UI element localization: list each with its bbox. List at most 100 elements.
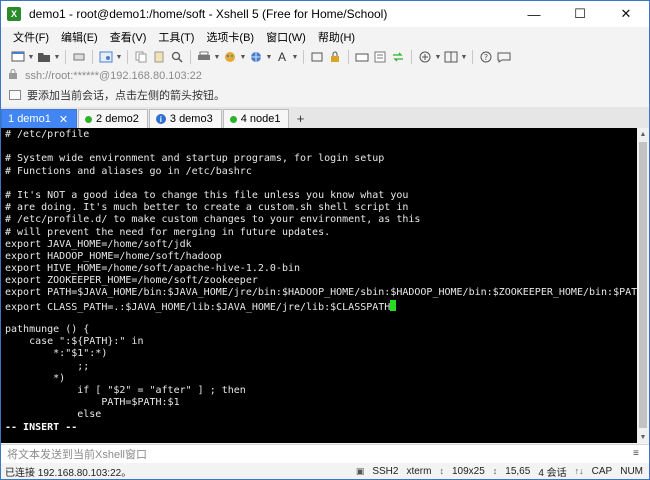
connection-status: 已连接 192.168.80.103:22。: [5, 467, 132, 479]
scroll-arrows-icon: ↑↓: [574, 466, 584, 476]
toolbar: ▼ ▼ ▼ ▼ ▼ ▼ A ▼ ▼ ▼ ?: [1, 47, 649, 67]
toolbar-separator: [127, 50, 128, 64]
text-cursor: [390, 299, 397, 311]
find-icon[interactable]: [168, 49, 186, 65]
lock-icon[interactable]: [326, 49, 344, 65]
print-icon[interactable]: [195, 49, 213, 65]
connected-dot-icon: [229, 115, 237, 123]
tab-label: demo3: [179, 113, 213, 125]
tab-demo2[interactable]: 2 demo2: [78, 109, 148, 128]
layout-icon[interactable]: [442, 49, 460, 65]
globe-dropdown-icon[interactable]: ▼: [265, 49, 273, 65]
script-icon[interactable]: [371, 49, 389, 65]
ssh-lock-icon: ▣: [355, 465, 365, 476]
color-scheme-icon[interactable]: [221, 49, 239, 65]
compose-menu-icon[interactable]: ≡: [633, 448, 645, 460]
new-session-dropdown-icon[interactable]: ▼: [27, 49, 35, 65]
scroll-down-icon[interactable]: ▼: [637, 431, 649, 443]
vim-mode-indicator: -- INSERT --: [5, 421, 78, 433]
disconnect-icon[interactable]: [70, 49, 88, 65]
tab-node1[interactable]: 4 node1: [222, 109, 290, 128]
address-text[interactable]: ssh://root:******@192.168.80.103:22: [25, 70, 202, 82]
font-icon[interactable]: A: [273, 49, 291, 65]
menu-tabs[interactable]: 选项卡(B): [200, 29, 260, 45]
tab-number: 1: [8, 113, 15, 125]
tab-demo1[interactable]: 1 demo1 ✕: [1, 109, 78, 128]
close-button[interactable]: ✕: [603, 1, 649, 27]
menu-tools[interactable]: 工具(T): [152, 29, 200, 45]
properties-icon[interactable]: [97, 49, 115, 65]
address-bar[interactable]: ssh://root:******@192.168.80.103:22: [5, 67, 645, 85]
globe-icon[interactable]: [247, 49, 265, 65]
layout-dropdown-icon[interactable]: ▼: [460, 49, 468, 65]
terminal-line: ;;: [5, 360, 90, 372]
terminal-line: pathmunge () {: [5, 324, 90, 335]
terminal-line: export JAVA_HOME=/home/soft/jdk: [5, 238, 192, 250]
terminal-line: export HADOOP_HOME=/home/soft/hadoop: [5, 250, 222, 262]
terminal-line: PATH=$PATH:$1: [5, 397, 180, 409]
protocol-status: SSH2: [372, 465, 399, 477]
compose-input[interactable]: 将文本发送到当前Xshell窗口: [7, 446, 147, 462]
color-scheme-dropdown-icon[interactable]: ▼: [239, 49, 247, 65]
toolbar-separator: [190, 50, 191, 64]
open-dropdown-icon[interactable]: ▼: [53, 49, 61, 65]
size-icon: ↕: [439, 466, 444, 476]
lock-address-icon: [5, 69, 21, 83]
terminal-output[interactable]: # /etc/profile # System wide environment …: [1, 128, 637, 443]
terminal-line: # will prevent the need for merging in f…: [5, 226, 331, 238]
terminal-line: *:"$1":*): [5, 348, 108, 360]
caps-lock-status: CAP: [591, 465, 613, 477]
session-hint-bar: 要添加当前会话，点击左侧的箭头按钮。: [5, 86, 645, 104]
terminal-line: export HIVE_HOME=/home/soft/apache-hive-…: [5, 263, 301, 275]
add-tab-button[interactable]: +: [292, 110, 308, 126]
add-dropdown-icon[interactable]: ▼: [434, 49, 442, 65]
terminal-line: # /etc/profile.d/ to make custom changes…: [5, 214, 421, 226]
hint-text: 要添加当前会话，点击左侧的箭头按钮。: [27, 90, 225, 102]
compose-bar[interactable]: 将文本发送到当前Xshell窗口 ≡: [1, 444, 649, 463]
menu-view[interactable]: 查看(V): [104, 29, 153, 45]
print-dropdown-icon[interactable]: ▼: [213, 49, 221, 65]
chat-icon[interactable]: [495, 49, 513, 65]
xshell-window: X demo1 - root@demo1:/home/soft - Xshell…: [0, 0, 650, 480]
tab-label: node1: [249, 113, 281, 125]
fullscreen-icon[interactable]: [308, 49, 326, 65]
terminal-line: case ":${PATH}:" in: [5, 336, 144, 348]
add-icon[interactable]: [416, 49, 434, 65]
menu-file[interactable]: 文件(F): [7, 29, 55, 45]
status-bar: 已连接 192.168.80.103:22。 ▣ SSH2 xterm ↕ 10…: [1, 463, 649, 479]
connected-dot-icon: [85, 115, 93, 123]
paste-icon[interactable]: [150, 49, 168, 65]
scroll-up-icon[interactable]: ▲: [637, 128, 649, 140]
status-right: ▣ SSH2 xterm ↕ 109x25 ↕ 15,65 4 会话 ↑↓ CA…: [356, 463, 643, 479]
transfer-icon[interactable]: [389, 49, 407, 65]
terminal-type: xterm: [406, 465, 432, 477]
terminal-line: export PATH=$JAVA_HOME/bin:$JAVA_HOME/jr…: [5, 287, 637, 299]
font-dropdown-icon[interactable]: ▼: [291, 49, 299, 65]
new-session-icon[interactable]: [9, 49, 27, 65]
num-lock-status: NUM: [620, 465, 643, 477]
session-manager-icon[interactable]: [9, 90, 21, 100]
help-icon[interactable]: ?: [477, 49, 495, 65]
tab-demo3[interactable]: i 3 demo3: [148, 109, 222, 128]
tab-bar: 1 demo1 ✕ 2 demo2 i 3 demo3 4 node1 +: [1, 107, 649, 128]
copy-icon[interactable]: [132, 49, 150, 65]
terminal-scrollbar[interactable]: ▲ ▼: [637, 128, 649, 443]
close-tab-icon[interactable]: ✕: [59, 113, 68, 126]
terminal-line: else: [5, 409, 102, 421]
open-folder-icon[interactable]: [35, 49, 53, 65]
toolbar-separator: [348, 50, 349, 64]
window-title: demo1 - root@demo1:/home/soft - Xshell 5…: [29, 7, 388, 21]
menu-help[interactable]: 帮助(H): [312, 29, 361, 45]
menu-window[interactable]: 窗口(W): [260, 29, 312, 45]
terminal-size: 109x25: [451, 465, 485, 477]
scroll-thumb[interactable]: [639, 142, 647, 428]
minimize-button[interactable]: —: [511, 1, 557, 27]
keyboard-icon[interactable]: [353, 49, 371, 65]
cursor-position-icon: ↕: [492, 466, 498, 476]
xshell-app-icon: X: [7, 7, 21, 21]
terminal-line: # /etc/profile: [5, 129, 90, 140]
properties-dropdown-icon[interactable]: ▼: [115, 49, 123, 65]
menu-edit[interactable]: 编辑(E): [55, 29, 104, 45]
maximize-button[interactable]: ☐: [557, 1, 603, 27]
